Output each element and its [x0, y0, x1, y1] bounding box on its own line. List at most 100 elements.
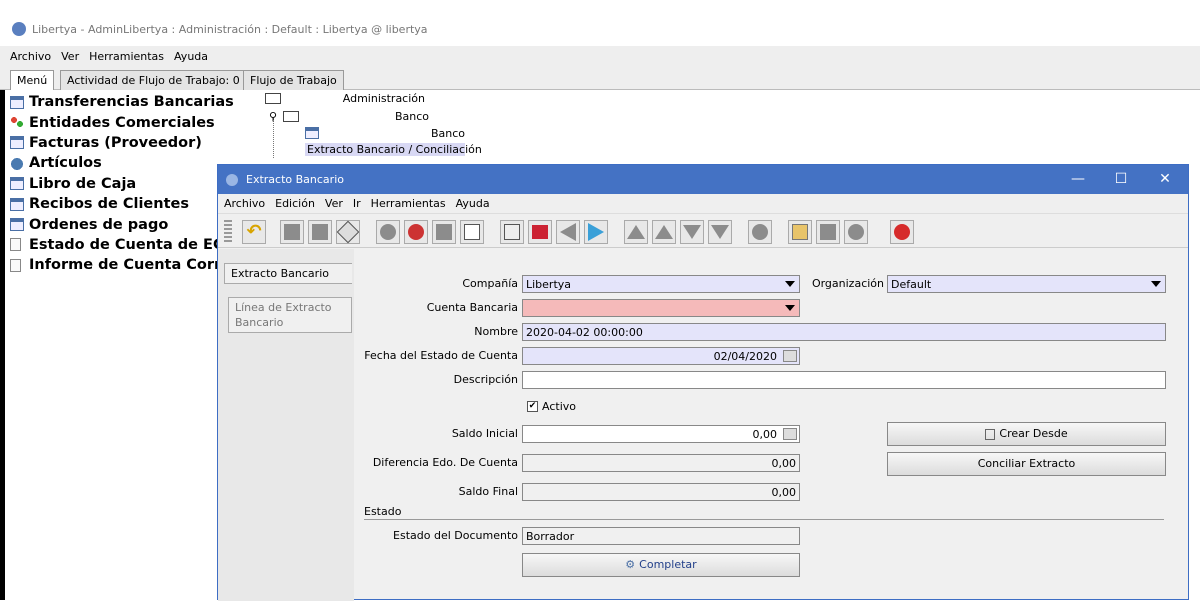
print-icon: [820, 224, 836, 240]
cuenta-bancaria-select[interactable]: [522, 299, 800, 317]
menu-item-informe-cuenta[interactable]: Informe de Cuenta Corriente: [10, 255, 263, 275]
maximize-icon[interactable]: ☐: [1106, 169, 1136, 189]
report-button[interactable]: [500, 220, 524, 244]
crear-desde-button[interactable]: Crear Desde: [887, 422, 1166, 446]
refresh-button[interactable]: [376, 220, 400, 244]
estado-section-label: Estado: [364, 505, 402, 518]
menu-archivo[interactable]: Archivo: [10, 50, 51, 63]
tree-line: [273, 118, 274, 158]
attachment-button[interactable]: [432, 220, 456, 244]
menu-item-label: Transferencias Bancarias: [29, 94, 234, 111]
close-icon[interactable]: ✕: [1150, 169, 1180, 189]
menu-item-libro-caja[interactable]: Libro de Caja: [10, 174, 220, 194]
menu-item-transferencias[interactable]: Transferencias Bancarias: [10, 92, 234, 112]
menu-ver[interactable]: Ver: [61, 50, 79, 63]
home-button[interactable]: [528, 220, 552, 244]
new-button[interactable]: [280, 220, 304, 244]
menu-herramientas[interactable]: Herramientas: [89, 50, 164, 63]
dialog-toolbar: ↶: [218, 214, 1188, 248]
tree-node-extracto-bancario[interactable]: Extracto Bancario / Conciliación: [305, 142, 482, 156]
estado-documento-label: Estado del Documento: [393, 529, 518, 542]
window-icon: [10, 197, 24, 211]
menu-item-facturas[interactable]: Facturas (Proveedor): [10, 133, 220, 153]
extracto-bancario-dialog: Extracto Bancario — ☐ ✕ Archivo Edición …: [217, 164, 1189, 601]
next-button[interactable]: [680, 220, 704, 244]
dialog-menubar: Archivo Edición Ver Ir Herramientas Ayud…: [218, 194, 1188, 214]
home-icon: [532, 225, 548, 239]
favorites-menu-list: Transferencias Bancarias Entidades Comer…: [10, 92, 263, 276]
binoculars-icon: [408, 224, 424, 240]
fecha-field[interactable]: 02/04/2020: [522, 347, 800, 365]
request-button[interactable]: [788, 220, 812, 244]
main-tabs: Menú Actividad de Flujo de Trabajo: 0 Fl…: [0, 66, 1200, 90]
tree-node-administracion[interactable]: Administración: [265, 92, 425, 105]
tree-node-banco-folder[interactable]: ⚲ Banco: [269, 110, 429, 123]
calculator-icon[interactable]: [783, 428, 797, 440]
menu-ver[interactable]: Ver: [325, 197, 343, 210]
menu-edicion[interactable]: Edición: [275, 197, 315, 210]
first-record-button[interactable]: [624, 220, 648, 244]
main-menubar: Archivo Ver Herramientas Ayuda: [0, 46, 1200, 66]
compania-label: Compañía: [462, 277, 518, 290]
activo-label: Activo: [542, 400, 576, 413]
descripcion-field[interactable]: [522, 371, 1166, 389]
menu-item-recibos[interactable]: Recibos de Clientes: [10, 194, 220, 214]
crear-desde-label: Crear Desde: [999, 427, 1068, 440]
app-icon: [226, 173, 238, 186]
print-button[interactable]: [816, 220, 840, 244]
undo-button[interactable]: ↶: [242, 220, 266, 244]
organizacion-value: Default: [891, 278, 932, 291]
menu-ayuda[interactable]: Ayuda: [174, 50, 208, 63]
saldo-inicial-field[interactable]: 0,00: [522, 425, 800, 443]
find-button[interactable]: [404, 220, 428, 244]
calendar-icon[interactable]: [783, 350, 797, 362]
menu-archivo[interactable]: Archivo: [224, 197, 265, 210]
delete-button[interactable]: [308, 220, 332, 244]
completar-button[interactable]: ⚙ Completar: [522, 553, 800, 577]
window-icon: [10, 95, 24, 109]
minimize-icon[interactable]: —: [1063, 169, 1093, 189]
previous-record-button[interactable]: [556, 220, 580, 244]
tab-menu[interactable]: Menú: [10, 70, 55, 90]
menu-ayuda[interactable]: Ayuda: [456, 197, 490, 210]
saldo-final-field: 0,00: [522, 483, 800, 501]
chat-button[interactable]: [844, 220, 868, 244]
organizacion-select[interactable]: Default: [887, 275, 1166, 293]
nombre-field[interactable]: 2020-04-02 00:00:00: [522, 323, 1166, 341]
activo-checkbox[interactable]: ✔: [527, 401, 538, 412]
dialog-title: Extracto Bancario: [246, 173, 344, 186]
tab-actividad-flujo[interactable]: Actividad de Flujo de Trabajo: 0: [60, 70, 247, 90]
toolbar-grip[interactable]: [224, 220, 232, 244]
saldo-inicial-label: Saldo Inicial: [451, 427, 518, 440]
archive-button[interactable]: [748, 220, 772, 244]
arrow-up-icon: [655, 225, 673, 239]
tab-extracto-bancario[interactable]: Extracto Bancario: [224, 263, 352, 284]
save-button[interactable]: [336, 220, 360, 244]
menu-item-label: Libro de Caja: [29, 175, 137, 192]
menu-item-articulos[interactable]: Artículos: [10, 153, 220, 173]
fecha-label: Fecha del Estado de Cuenta: [364, 349, 518, 362]
exit-button[interactable]: [890, 220, 914, 244]
tab-flujo-trabajo[interactable]: Flujo de Trabajo: [243, 70, 344, 90]
history-button[interactable]: [460, 220, 484, 244]
cuenta-bancaria-label: Cuenta Bancaria: [426, 301, 518, 314]
menu-item-ordenes-pago[interactable]: Ordenes de pago: [10, 214, 220, 234]
chat-icon: [848, 224, 864, 240]
last-record-button[interactable]: [708, 220, 732, 244]
tab-linea-extracto[interactable]: Línea de Extracto Bancario: [228, 297, 352, 333]
dialog-title-bar: Extracto Bancario — ☐ ✕: [218, 165, 1188, 194]
window-icon: [10, 177, 24, 191]
menu-item-entidades[interactable]: Entidades Comerciales: [10, 112, 220, 132]
menu-herramientas[interactable]: Herramientas: [371, 197, 446, 210]
menu-ir[interactable]: Ir: [353, 197, 361, 210]
menu-item-estado-cuenta[interactable]: Estado de Cuenta de EC: [10, 235, 224, 255]
next-record-button[interactable]: [584, 220, 608, 244]
window-title-bar: Libertya - AdminLibertya : Administració…: [0, 14, 1200, 44]
tree-node-banco[interactable]: Banco: [305, 127, 465, 140]
request-icon: [792, 224, 808, 240]
prev-button[interactable]: [652, 220, 676, 244]
section-divider: [364, 519, 1164, 520]
undo-icon: ↶: [246, 221, 262, 242]
conciliar-extracto-button[interactable]: Conciliar Extracto: [887, 452, 1166, 476]
saldo-final-label: Saldo Final: [458, 485, 518, 498]
